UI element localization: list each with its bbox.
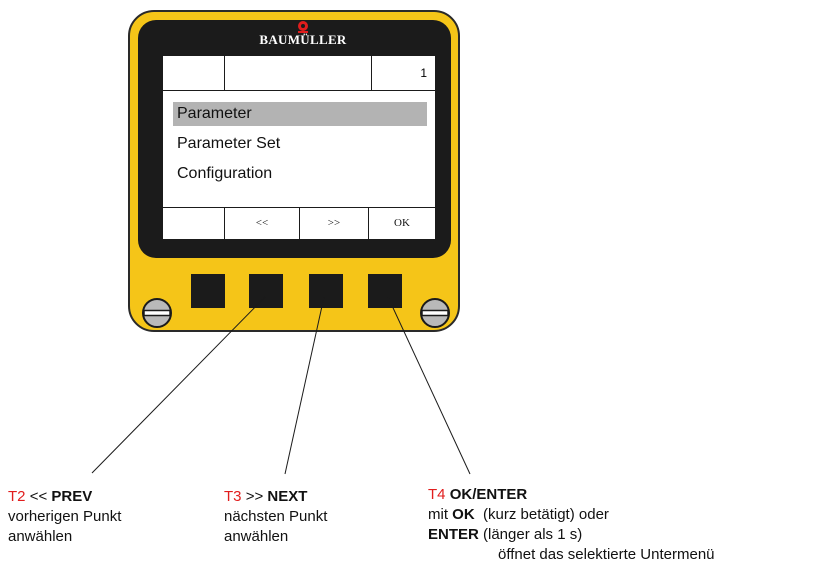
annotation-t3: T3 >> NEXT nächsten Punkt anwählen	[224, 487, 327, 547]
softkey-label-prev: <<	[255, 217, 269, 229]
annotation-t4-line4: öffnet das selektierte Untermenü	[498, 546, 715, 563]
key-t4-ok-button[interactable]	[368, 274, 402, 308]
menu-item-parameter-set[interactable]: Parameter Set	[173, 132, 427, 156]
annotation-t2-title: T2 << PREV	[8, 488, 93, 505]
annotation-t4-line2: mit OK (kurz betätigt) oder	[428, 506, 609, 523]
annotation-t2-line2: vorherigen Punkt	[8, 508, 122, 525]
annotation-t4-title: T4 OK/ENTER	[428, 486, 528, 503]
annotation-t2-line3: anwählen	[8, 528, 73, 545]
page-number: 1	[420, 66, 427, 80]
brand-logo-text: BAUMÜLLER	[259, 32, 347, 47]
annotation-t3-line3: anwählen	[224, 528, 289, 545]
key-t2-prev-button[interactable]	[249, 274, 283, 308]
menu-item-configuration[interactable]: Configuration	[173, 162, 427, 186]
screw-left-icon	[142, 298, 172, 328]
annotation-t2: T2 << PREV vorherigen Punkt anwählen	[8, 487, 121, 547]
header-divider	[163, 90, 435, 91]
key-t3-next-button[interactable]	[309, 274, 343, 308]
softkey-label-1	[163, 208, 224, 239]
menu-item-parameter[interactable]: Parameter	[173, 102, 427, 126]
softkey-label-ok: OK	[394, 217, 410, 229]
annotation-t4: T4 OK/ENTER mit OK (kurz betätigt) oder …	[428, 485, 715, 565]
annotation-t4-line3: ENTER (länger als 1 s)	[428, 526, 583, 543]
softkey-label-next: >>	[327, 217, 341, 229]
header-cell-divider	[224, 56, 225, 90]
annotation-t3-title: T3 >> NEXT	[224, 488, 308, 505]
screw-right-icon	[420, 298, 450, 328]
key-t1-button[interactable]	[191, 274, 225, 308]
lcd-screen: 1 Parameter Parameter Set Configuration …	[162, 55, 436, 240]
annotation-t3-line2: nächsten Punkt	[224, 508, 328, 525]
header-cell-divider	[371, 56, 372, 90]
